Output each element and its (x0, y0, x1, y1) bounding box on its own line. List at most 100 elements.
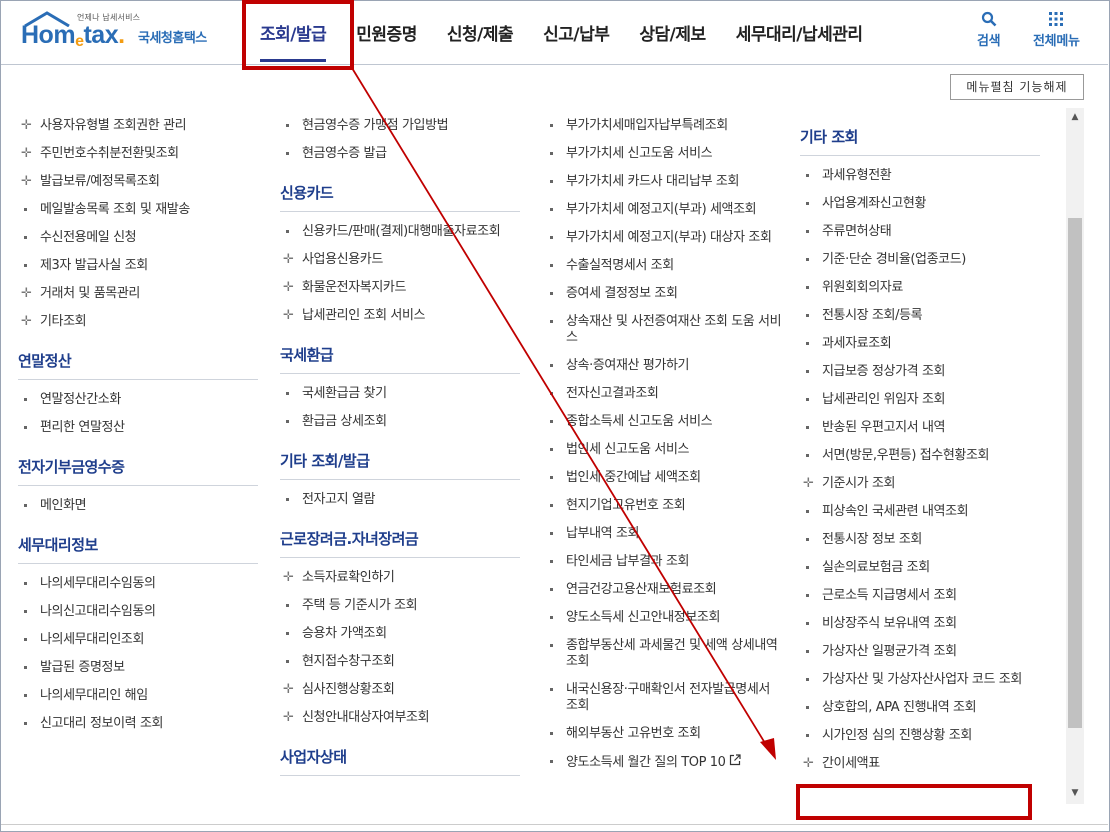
nav-item-apply[interactable]: 신청/제출 (432, 1, 528, 65)
menu-item[interactable]: 근로소득 지급명세서 조회 (800, 582, 1040, 610)
menu-item[interactable]: 부가가치세 카드사 대리납부 조회 (544, 168, 782, 196)
menu-item[interactable]: 나의세무대리인 해임 (18, 682, 258, 710)
menu-item[interactable]: ✛ 기준시가 조회 (800, 470, 1040, 498)
menu-item[interactable]: 과세유형전환 (800, 162, 1040, 190)
expand-plus-icon[interactable]: ✛ (21, 146, 32, 162)
expand-plus-icon[interactable]: ✛ (21, 286, 32, 302)
menu-item[interactable]: 메인화면 (18, 492, 258, 520)
menu-item[interactable]: 현금영수증 가맹점 가입방법 (280, 112, 520, 140)
menu-item[interactable]: 시가인정 심의 진행상황 조회 (800, 722, 1040, 750)
menu-item[interactable]: 나의세무대리인조회 (18, 626, 258, 654)
menu-item[interactable]: 부가가치세 신고도움 서비스 (544, 140, 782, 168)
expand-plus-icon[interactable]: ✛ (21, 174, 32, 190)
menu-item[interactable]: 법인세 신고도움 서비스 (544, 436, 782, 464)
menu-item[interactable]: 상속·증여재산 평가하기 (544, 352, 782, 380)
menu-item[interactable]: 증여세 결정정보 조회 (544, 280, 782, 308)
expand-plus-icon[interactable]: ✛ (803, 476, 814, 492)
menu-item[interactable]: 전통시장 조회/등록 (800, 302, 1040, 330)
menu-item[interactable]: 수신전용메일 신청 (18, 224, 258, 252)
menu-item[interactable]: 반송된 우편고지서 내역 (800, 414, 1040, 442)
expand-plus-icon[interactable]: ✛ (21, 314, 32, 330)
menu-item[interactable]: 위원회회의자료 (800, 274, 1040, 302)
expand-plus-icon[interactable]: ✛ (283, 710, 294, 726)
menu-item[interactable]: 편리한 연말정산 (18, 414, 258, 442)
menu-item[interactable]: 종합부동산세 과세물건 및 세액 상세내역 조회 (544, 632, 782, 676)
menu-item[interactable]: 상속재산 및 사전증여재산 조회 도움 서비스 (544, 308, 782, 352)
expand-plus-icon[interactable]: ✛ (283, 682, 294, 698)
menu-item[interactable]: 현금영수증 발급 (280, 140, 520, 168)
menu-item[interactable]: 전자고지 열람 (280, 486, 520, 514)
nav-item-tax-agent[interactable]: 세무대리/납세관리 (721, 1, 878, 65)
menu-item[interactable]: 비상장주식 보유내역 조회 (800, 610, 1040, 638)
menu-expand-toggle-button[interactable]: 메뉴펼침 기능해제 (950, 74, 1084, 100)
menu-item[interactable]: 전통시장 정보 조회 (800, 526, 1040, 554)
menu-item[interactable]: ✛ 사업용신용카드 (280, 246, 520, 274)
menu-item[interactable]: 법인세 중간예납 세액조회 (544, 464, 782, 492)
scroll-down-icon[interactable]: ▼ (1066, 784, 1084, 802)
menu-item[interactable]: 피상속인 국세관련 내역조회 (800, 498, 1040, 526)
expand-plus-icon[interactable]: ✛ (803, 756, 814, 772)
menu-item[interactable]: 실손의료보험금 조회 (800, 554, 1040, 582)
menu-item[interactable]: 부가가치세 예정고지(부과) 대상자 조회 (544, 224, 782, 252)
menu-item[interactable]: 국세환급금 찾기 (280, 380, 520, 408)
menu-item[interactable]: 납세관리인 위임자 조회 (800, 386, 1040, 414)
menu-item[interactable]: 현지기업고유번호 조회 (544, 492, 782, 520)
menu-item[interactable]: 주류면허상태 (800, 218, 1040, 246)
menu-item[interactable]: 승용차 가액조회 (280, 620, 520, 648)
hometax-logo[interactable]: 언제나 납세서비스 Hometax. 국세청홈택스 (19, 11, 229, 51)
menu-item[interactable]: 연금건강고용산재보험료조회 (544, 576, 782, 604)
scroll-up-icon[interactable]: ▲ (1066, 108, 1084, 126)
menu-item[interactable]: 수출실적명세서 조회 (544, 252, 782, 280)
menu-item[interactable]: 부가가치세매입자납부특례조회 (544, 112, 782, 140)
menu-item[interactable]: ✛ 거래처 및 품목관리 (18, 280, 258, 308)
menu-item[interactable]: 현지접수창구조회 (280, 648, 520, 676)
menu-item[interactable]: 주택 등 기준시가 조회 (280, 592, 520, 620)
expand-plus-icon[interactable]: ✛ (283, 280, 294, 296)
menu-item[interactable]: 부가가치세 예정고지(부과) 세액조회 (544, 196, 782, 224)
menu-item[interactable]: 양도소득세 월간 질의 TOP 10 (544, 748, 782, 777)
menu-item[interactable]: 서면(방문,우편등) 접수현황조회 (800, 442, 1040, 470)
search-button[interactable]: 검색 (977, 11, 1001, 49)
menu-item[interactable]: 나의신고대리수임동의 (18, 598, 258, 626)
nav-item-report-pay[interactable]: 신고/납부 (528, 1, 624, 65)
nav-item-certificate[interactable]: 민원증명 (341, 1, 432, 65)
menu-item[interactable]: 발급된 증명정보 (18, 654, 258, 682)
menu-item[interactable]: 전자신고결과조회 (544, 380, 782, 408)
menu-item[interactable]: 신용카드/판매(결제)대행매출자료조회 (280, 218, 520, 246)
menu-item[interactable]: 메일발송목록 조회 및 재발송 (18, 196, 258, 224)
menu-item[interactable]: 환급금 상세조회 (280, 408, 520, 436)
menu-item[interactable]: ✛ 심사진행상황조회 (280, 676, 520, 704)
menu-item[interactable]: 양도소득세 신고안내정보조회 (544, 604, 782, 632)
menu-item[interactable]: 해외부동산 고유번호 조회 (544, 720, 782, 748)
menu-item[interactable]: 내국신용장·구매확인서 전자발급명세서 조회 (544, 676, 782, 720)
expand-plus-icon[interactable]: ✛ (283, 570, 294, 586)
menu-item[interactable]: 타인세금 납부결과 조회 (544, 548, 782, 576)
menu-item[interactable]: 가상자산 일평균가격 조회 (800, 638, 1040, 666)
menu-item[interactable]: 종합소득세 신고도움 서비스 (544, 408, 782, 436)
menu-item[interactable]: ✛ 소득자료확인하기 (280, 564, 520, 592)
menu-item[interactable]: ✛ 사용자유형별 조회권한 관리 (18, 112, 258, 140)
menu-item[interactable]: 사업용계좌신고현황 (800, 190, 1040, 218)
nav-item-consult[interactable]: 상담/제보 (624, 1, 720, 65)
menu-item[interactable]: 나의세무대리수임동의 (18, 570, 258, 598)
expand-plus-icon[interactable]: ✛ (21, 118, 32, 134)
menu-item[interactable]: ✛ 신청안내대상자여부조회 (280, 704, 520, 732)
menu-item[interactable]: 기준·단순 경비율(업종코드) (800, 246, 1040, 274)
menu-item[interactable]: ✛ 간이세액표 (800, 750, 1040, 778)
menu-item[interactable]: 납부내역 조회 (544, 520, 782, 548)
menu-item[interactable]: 지급보증 정상가격 조회 (800, 358, 1040, 386)
expand-plus-icon[interactable]: ✛ (283, 252, 294, 268)
scrollbar-thumb[interactable] (1068, 218, 1082, 728)
menu-item[interactable]: 상호합의, APA 진행내역 조회 (800, 694, 1040, 722)
menu-item[interactable]: ✛ 발급보류/예정목록조회 (18, 168, 258, 196)
menu-item[interactable]: ✛ 화물운전자복지카드 (280, 274, 520, 302)
menu-item[interactable]: 연말정산간소화 (18, 386, 258, 414)
menu-item[interactable]: ✛ 기타조회 (18, 308, 258, 336)
all-menu-button[interactable]: 전체메뉴 (1033, 11, 1080, 49)
menu-item[interactable]: 신고대리 정보이력 조회 (18, 710, 258, 738)
menu-item[interactable]: 과세자료조회 (800, 330, 1040, 358)
menu-item[interactable]: 가상자산 및 가상자산사업자 코드 조회 (800, 666, 1040, 694)
external-link-icon[interactable] (729, 754, 741, 770)
menu-item[interactable]: ✛ 주민번호수취분전환및조회 (18, 140, 258, 168)
expand-plus-icon[interactable]: ✛ (283, 308, 294, 324)
